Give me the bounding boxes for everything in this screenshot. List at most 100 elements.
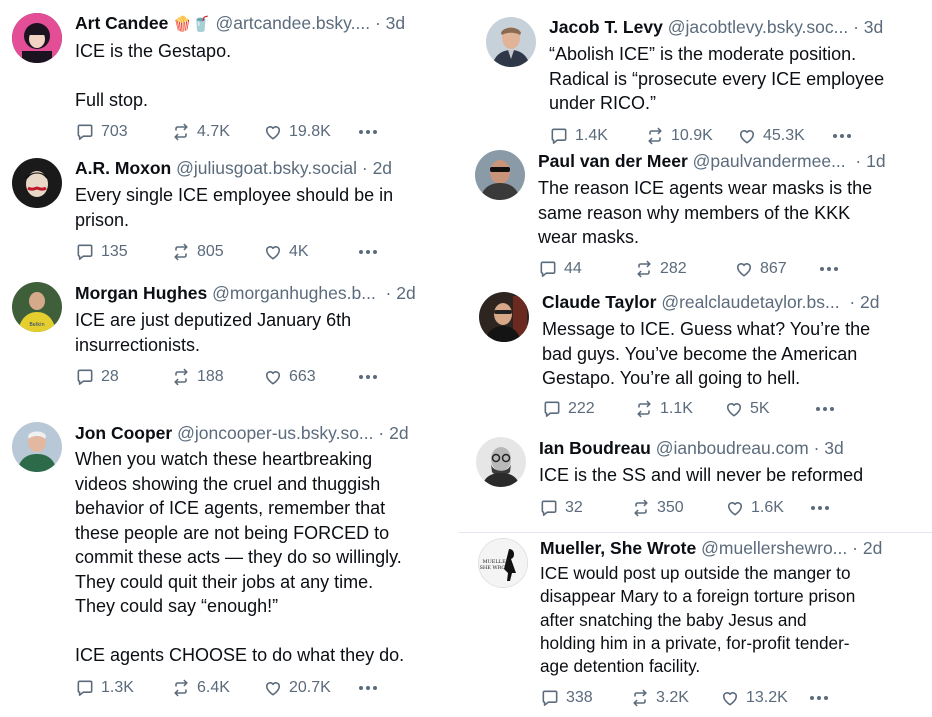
post-time[interactable]: 2d xyxy=(860,292,879,312)
avatar[interactable]: MUELLER SHE WROTE xyxy=(478,538,528,588)
post-actions: 135 805 4K xyxy=(75,241,377,263)
author-name[interactable]: A.R. Moxon xyxy=(75,158,171,178)
post-actions: 222 1.1K 5K xyxy=(542,398,834,420)
post-time[interactable]: 2d xyxy=(389,423,408,443)
more-options-button[interactable] xyxy=(359,130,377,134)
post-time[interactable]: 1d xyxy=(866,151,885,171)
post-text: Message to ICE. Guess what? You’re the b… xyxy=(542,319,871,388)
like-icon xyxy=(263,678,283,698)
like-icon xyxy=(737,126,757,146)
repost-button[interactable]: 3.2K xyxy=(630,688,720,708)
more-options-button[interactable] xyxy=(359,686,377,690)
repost-count: 3.2K xyxy=(656,689,689,706)
reply-icon xyxy=(75,367,95,387)
reply-button[interactable]: 28 xyxy=(75,367,171,387)
repost-button[interactable]: 188 xyxy=(171,367,263,387)
avatar[interactable] xyxy=(486,17,536,67)
author-handle[interactable]: @morganhughes.b... xyxy=(212,283,376,303)
post-time[interactable]: 3d xyxy=(824,438,843,458)
post-time[interactable]: 2d xyxy=(373,158,392,178)
author-handle[interactable]: @joncooper-us.bsky.so... xyxy=(177,423,373,443)
post-text: When you watch these heartbreaking video… xyxy=(75,449,405,665)
like-count: 45.3K xyxy=(763,127,805,144)
like-button[interactable]: 1.6K xyxy=(725,498,811,518)
repost-button[interactable]: 805 xyxy=(171,242,263,262)
author-handle[interactable]: @muellershewro... xyxy=(701,538,847,558)
more-options-button[interactable] xyxy=(810,696,828,700)
avatar[interactable] xyxy=(12,422,62,472)
avatar[interactable]: Belkin xyxy=(12,282,62,332)
repost-count: 6.4K xyxy=(197,679,230,696)
more-options-button[interactable] xyxy=(359,375,377,379)
author-name[interactable]: Jon Cooper xyxy=(75,423,172,443)
author-handle[interactable]: @paulvandermee... xyxy=(693,151,846,171)
more-options-button[interactable] xyxy=(816,407,834,411)
like-button[interactable]: 19.8K xyxy=(263,122,359,142)
reply-button[interactable]: 1.3K xyxy=(75,678,171,698)
post-actions: 338 3.2K 13.2K xyxy=(540,687,828,709)
separator-dot: · xyxy=(852,538,858,558)
reply-icon xyxy=(538,259,558,279)
author-handle[interactable]: @realclaudetaylor.bs... xyxy=(661,292,839,312)
author-name[interactable]: Art Candee xyxy=(75,13,168,33)
avatar[interactable] xyxy=(12,13,62,63)
post-time[interactable]: 3d xyxy=(864,17,883,37)
reply-count: 1.3K xyxy=(101,679,134,696)
post-text: ICE is the Gestapo. Full stop. xyxy=(75,41,232,110)
reply-button[interactable]: 1.4K xyxy=(549,126,645,146)
author-name[interactable]: Paul van der Meer xyxy=(538,151,688,171)
author-name[interactable]: Mueller, She Wrote xyxy=(540,538,696,558)
reply-icon xyxy=(540,688,560,708)
repost-icon xyxy=(630,688,650,708)
reply-button[interactable]: 703 xyxy=(75,122,171,142)
post-time[interactable]: 3d xyxy=(386,13,405,33)
avatar[interactable] xyxy=(479,292,529,342)
repost-button[interactable]: 350 xyxy=(631,498,725,518)
reply-button[interactable]: 135 xyxy=(75,242,171,262)
like-button[interactable]: 663 xyxy=(263,367,359,387)
like-button[interactable]: 45.3K xyxy=(737,126,833,146)
more-options-button[interactable] xyxy=(811,506,829,510)
post-time[interactable]: 2d xyxy=(863,538,882,558)
like-button[interactable]: 867 xyxy=(734,259,820,279)
reply-count: 28 xyxy=(101,368,119,385)
like-icon xyxy=(724,399,744,419)
reply-button[interactable]: 338 xyxy=(540,688,630,708)
repost-button[interactable]: 10.9K xyxy=(645,126,737,146)
like-count: 4K xyxy=(289,243,309,260)
avatar[interactable] xyxy=(476,437,526,487)
avatar[interactable] xyxy=(475,150,525,200)
author-handle[interactable]: @ianboudreau.com xyxy=(656,438,809,458)
like-icon xyxy=(734,259,754,279)
repost-icon xyxy=(171,122,191,142)
author-handle[interactable]: @jacobtlevy.bsky.soc... xyxy=(668,17,849,37)
post-text: The reason ICE agents wear masks is the … xyxy=(538,178,873,247)
reply-button[interactable]: 32 xyxy=(539,498,631,518)
like-button[interactable]: 13.2K xyxy=(720,688,810,708)
repost-button[interactable]: 1.1K xyxy=(634,399,724,419)
more-options-button[interactable] xyxy=(359,250,377,254)
repost-button[interactable]: 6.4K xyxy=(171,678,263,698)
author-name[interactable]: Morgan Hughes xyxy=(75,283,207,303)
author-name[interactable]: Jacob T. Levy xyxy=(549,17,663,37)
more-options-button[interactable] xyxy=(820,267,838,271)
separator-dot: · xyxy=(374,13,381,33)
more-options-button[interactable] xyxy=(833,134,851,138)
separator-dot: · xyxy=(850,151,862,171)
avatar[interactable] xyxy=(12,158,62,208)
repost-button[interactable]: 282 xyxy=(634,259,734,279)
author-name[interactable]: Claude Taylor xyxy=(542,292,656,312)
like-button[interactable]: 20.7K xyxy=(263,678,359,698)
author-handle[interactable]: @artcandee.bsky.... xyxy=(215,13,370,33)
like-button[interactable]: 5K xyxy=(724,399,816,419)
post-time[interactable]: 2d xyxy=(396,283,415,303)
post-actions: 703 4.7K 19.8K xyxy=(75,121,377,143)
author-handle[interactable]: @juliusgoat.bsky.social xyxy=(176,158,357,178)
author-name[interactable]: Ian Boudreau xyxy=(539,438,651,458)
repost-button[interactable]: 4.7K xyxy=(171,122,263,142)
reply-button[interactable]: 222 xyxy=(542,399,634,419)
separator-dot: · xyxy=(378,423,385,443)
like-button[interactable]: 4K xyxy=(263,242,359,262)
reply-button[interactable]: 44 xyxy=(538,259,634,279)
reply-count: 1.4K xyxy=(575,127,608,144)
